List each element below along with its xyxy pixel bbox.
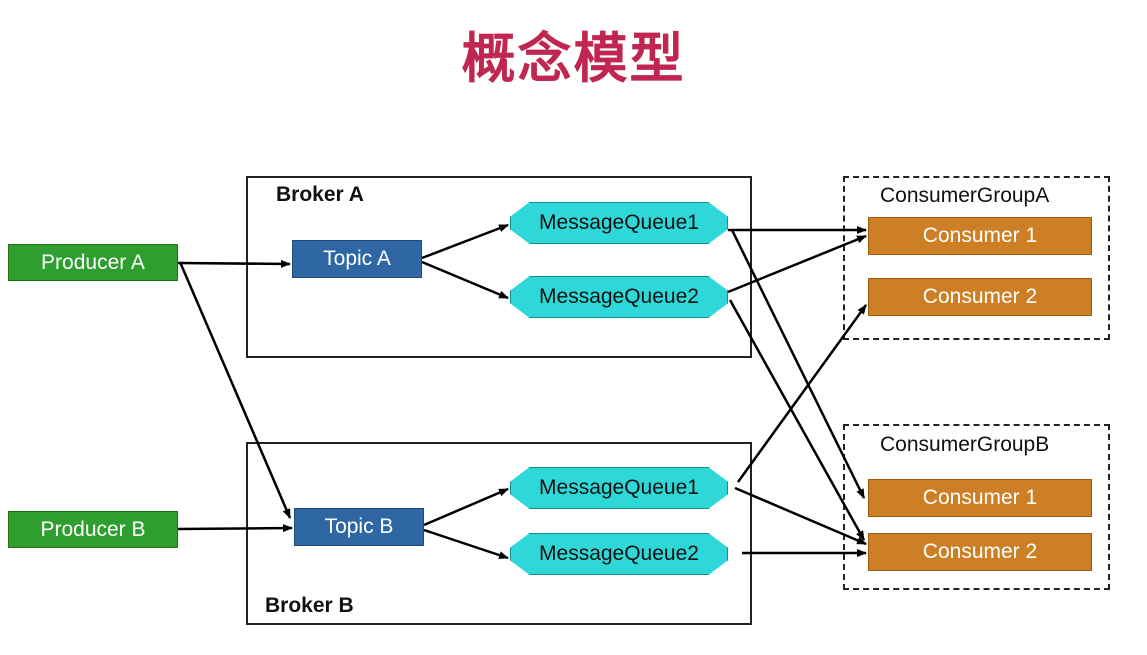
arrow-a-queue-1-to-b-consumer-1 [730, 229, 866, 499]
arrow-topic-a-to-queue-2 [421, 260, 509, 300]
arrow-layer [177, 223, 868, 560]
arrow-b-queue-1-to-a-consumer-2 [736, 304, 868, 483]
arrow-producer-a-to-topic-b [178, 261, 292, 519]
arrow-producer-b-to-topic-b [177, 524, 293, 533]
arrow-topic-b-to-queue-2 [423, 528, 509, 560]
arrow-topic-a-to-queue-1 [421, 223, 509, 260]
arrow-b-queue-1-to-b-consumer-2 [734, 486, 867, 546]
arrow-producer-a-to-topic-a [177, 259, 291, 268]
arrow-topic-b-to-queue-1 [423, 487, 509, 527]
